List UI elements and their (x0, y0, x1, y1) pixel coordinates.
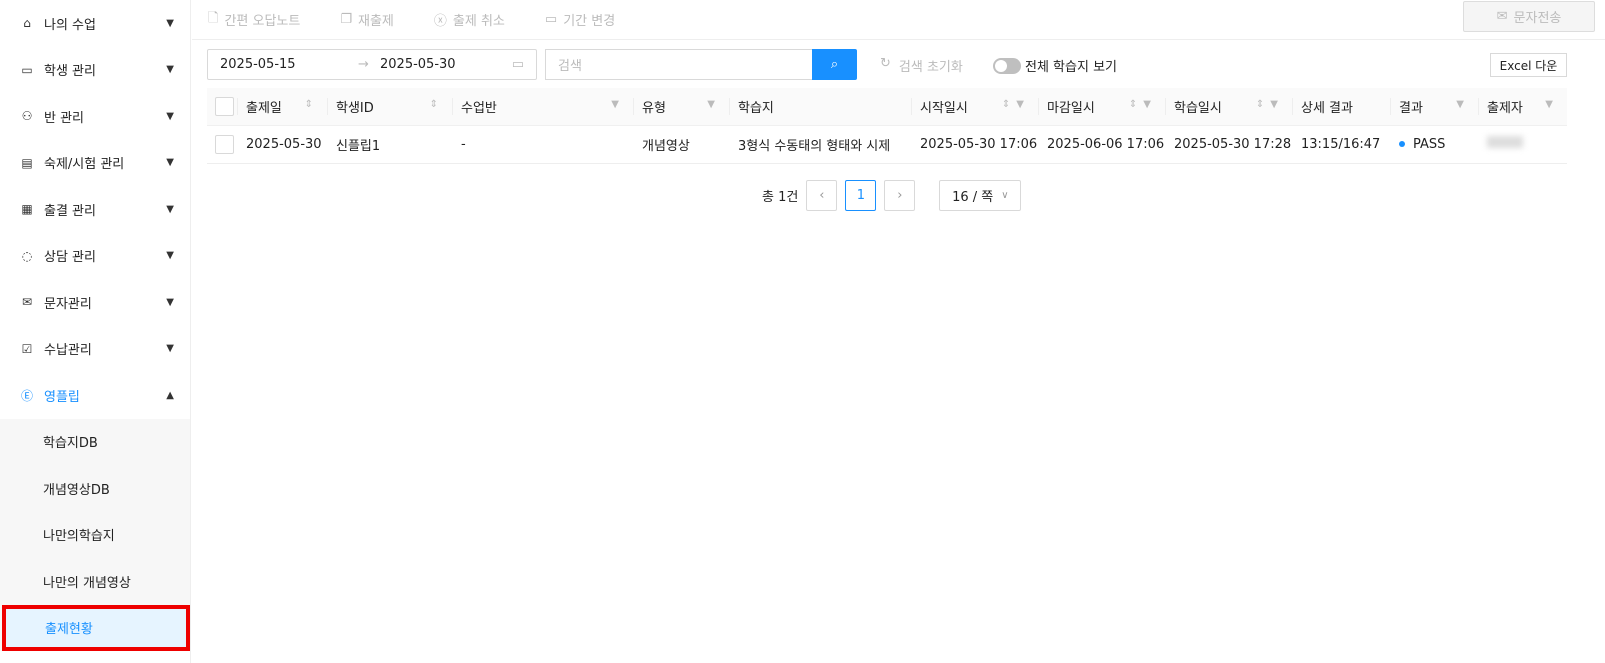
total-count: 총 1건 (762, 190, 799, 205)
chevron-down-icon: ▼ (166, 110, 174, 122)
sort-filter-icon[interactable]: ⇕▼ (1256, 99, 1284, 110)
toggle-switch[interactable] (993, 57, 1021, 74)
start-date[interactable]: 2025-05-15 (220, 57, 358, 72)
status-badge: PASS (1413, 136, 1446, 152)
sidebar-item-my-class[interactable]: ⌂ 나의 수업 ▼ (0, 0, 190, 47)
chevron-down-icon: ▼ (166, 17, 174, 29)
column-header[interactable]: 유형 ▼ (633, 88, 729, 126)
calendar-icon: ▦ (21, 202, 33, 217)
search-button[interactable]: ⌕ (812, 49, 857, 80)
cancel-assignment-button[interactable]: ⓧ 출제 취소 (434, 10, 505, 29)
column-header[interactable]: 수업반 ▼ (452, 88, 633, 126)
select-all-checkbox[interactable] (215, 96, 234, 116)
chevron-down-icon: ▼ (166, 250, 174, 262)
file-icon: 🗋 (208, 10, 219, 26)
id-card-icon: ▭ (21, 62, 33, 77)
chevron-down-icon: ▼ (166, 296, 174, 308)
sidebar-item-payment[interactable]: ☑ 수납관리 ▼ (0, 326, 190, 373)
sidebar-subitem-video-db[interactable]: 개념영상DB (0, 465, 190, 512)
page-size-select[interactable]: 16 / 쪽 ∨ (939, 180, 1022, 211)
column-header[interactable]: 시작일시 ⇕▼ (911, 88, 1038, 126)
mail-icon: ✉ (21, 295, 33, 310)
column-header[interactable]: 마감일시 ⇕▼ (1038, 88, 1165, 126)
end-date[interactable]: 2025-05-30 (380, 57, 512, 72)
column-header: 학습지 (729, 88, 911, 126)
column-header: 상세 결과 (1292, 88, 1390, 126)
sidebar-subitem-my-worksheet[interactable]: 나만의학습지 (0, 512, 190, 559)
column-header[interactable]: 학습일시 ⇕▼ (1165, 88, 1292, 126)
table-row[interactable]: 2025-05-30 신플립1 - 개념영상 3형식 수동태의 형태와 시제 2… (207, 125, 1567, 164)
pagination: 총 1건 ‹ 1 › 16 / 쪽 ∨ (762, 180, 1022, 211)
sidebar-subitem-assignment-status[interactable]: 출제현황 (2, 604, 190, 651)
sidebar-submenu: 학습지DB 개념영상DB 나만의학습지 나만의 개념영상 출제현황 (0, 418, 190, 651)
assignment-table: 출제일 ⇕ 학생ID ⇕ 수업반 ▼ 유형 ▼ 학습지 시작일시 ⇕▼ 마감일시 ⇕▼ 학습… (207, 88, 1567, 164)
chevron-down-icon: ∨ (1001, 190, 1009, 201)
chevron-up-icon: ▲ (166, 389, 174, 401)
sidebar: ⌂ 나의 수업 ▼ ▭ 학생 관리 ▼ ⚇ 반 관리 ▼ ▤ 숙제/시험 관리 ▼ ▦ 출결 관리… (0, 0, 191, 663)
sidebar-subitem-my-video[interactable]: 나만의 개념영상 (0, 558, 190, 605)
reassign-button[interactable]: ❐ 재출제 (340, 10, 394, 29)
column-header[interactable]: 학생ID ⇕ (327, 88, 452, 126)
status-dot (1399, 141, 1405, 147)
search-input[interactable]: 검색 (545, 49, 812, 80)
quick-note-button[interactable]: 🗋 간편 오답노트 (208, 9, 300, 31)
sidebar-item-homework[interactable]: ▤ 숙제/시험 관리 ▼ (0, 140, 190, 187)
inbox-check-icon: ☑ (21, 341, 33, 356)
page-button[interactable]: 1 (845, 180, 877, 211)
sidebar-item-youngflip[interactable]: Ⓔ 영플립 ▲ (0, 372, 190, 419)
toolbar: 🗋 간편 오답노트 ❐ 재출제 ⓧ 출제 취소 ▭ 기간 변경 ✉ 문자전송 (192, 0, 1605, 40)
search-icon: ⌕ (830, 57, 839, 72)
sidebar-item-attendance[interactable]: ▦ 출결 관리 ▼ (0, 186, 190, 233)
sort-filter-icon[interactable]: ⇕▼ (1002, 99, 1030, 110)
document-icon: ▤ (21, 155, 33, 170)
users-icon: ⚇ (21, 109, 33, 124)
sidebar-item-students[interactable]: ▭ 학생 관리 ▼ (0, 47, 190, 94)
send-sms-button[interactable]: ✉ 문자전송 (1463, 1, 1595, 32)
worksheet-link[interactable]: 3형식 수동태의 형태와 시제 (729, 125, 911, 164)
column-header[interactable]: 출제자 ▼ (1478, 88, 1567, 126)
close-circle-icon: ⓧ (433, 14, 447, 29)
chevron-down-icon: ▼ (166, 343, 174, 355)
next-page-button[interactable]: › (884, 180, 916, 211)
sidebar-item-counsel[interactable]: ◌ 상담 관리 ▼ (0, 233, 190, 280)
calendar-icon: ▭ (544, 12, 558, 27)
reset-search-button[interactable]: ↻ 검색 초기화 (880, 56, 963, 75)
column-header[interactable]: 출제일 ⇕ (237, 88, 327, 126)
blurred-author (1487, 136, 1523, 148)
sidebar-item-sms[interactable]: ✉ 문자관리 ▼ (0, 279, 190, 326)
sort-icon[interactable]: ⇕ (430, 99, 444, 110)
filter-icon[interactable]: ▼ (1545, 99, 1559, 110)
chevron-down-icon: ▼ (166, 203, 174, 215)
filter-icon[interactable]: ▼ (1456, 99, 1470, 110)
sidebar-subitem-worksheet-db[interactable]: 학습지DB (0, 419, 190, 466)
filter-icon[interactable]: ▼ (611, 99, 625, 110)
e-box-icon: Ⓔ (20, 388, 33, 403)
chat-icon: ◌ (21, 248, 33, 263)
sort-icon[interactable]: ⇕ (305, 99, 319, 110)
column-header[interactable]: 결과 ▼ (1390, 88, 1478, 126)
excel-download-button[interactable]: Excel 다운 (1490, 53, 1567, 77)
mail-icon: ✉ (1496, 9, 1508, 24)
reload-icon: ↻ (880, 56, 891, 71)
sort-filter-icon[interactable]: ⇕▼ (1129, 99, 1157, 110)
sidebar-item-classes[interactable]: ⚇ 반 관리 ▼ (0, 93, 190, 140)
home-icon: ⌂ (23, 16, 31, 31)
row-checkbox[interactable] (215, 134, 234, 154)
copy-icon: ❐ (340, 12, 353, 27)
show-all-toggle[interactable]: 전체 학습지 보기 (993, 56, 1117, 75)
chevron-down-icon: ▼ (166, 157, 174, 169)
arrow-right-icon: → (358, 57, 369, 72)
prev-page-button[interactable]: ‹ (806, 180, 838, 211)
filter-icon[interactable]: ▼ (707, 99, 721, 110)
calendar-icon: ▭ (511, 57, 524, 72)
date-range-picker[interactable]: 2025-05-15 → 2025-05-30 ▭ (207, 49, 537, 80)
change-period-button[interactable]: ▭ 기간 변경 (545, 10, 615, 29)
chevron-down-icon: ▼ (166, 64, 174, 76)
